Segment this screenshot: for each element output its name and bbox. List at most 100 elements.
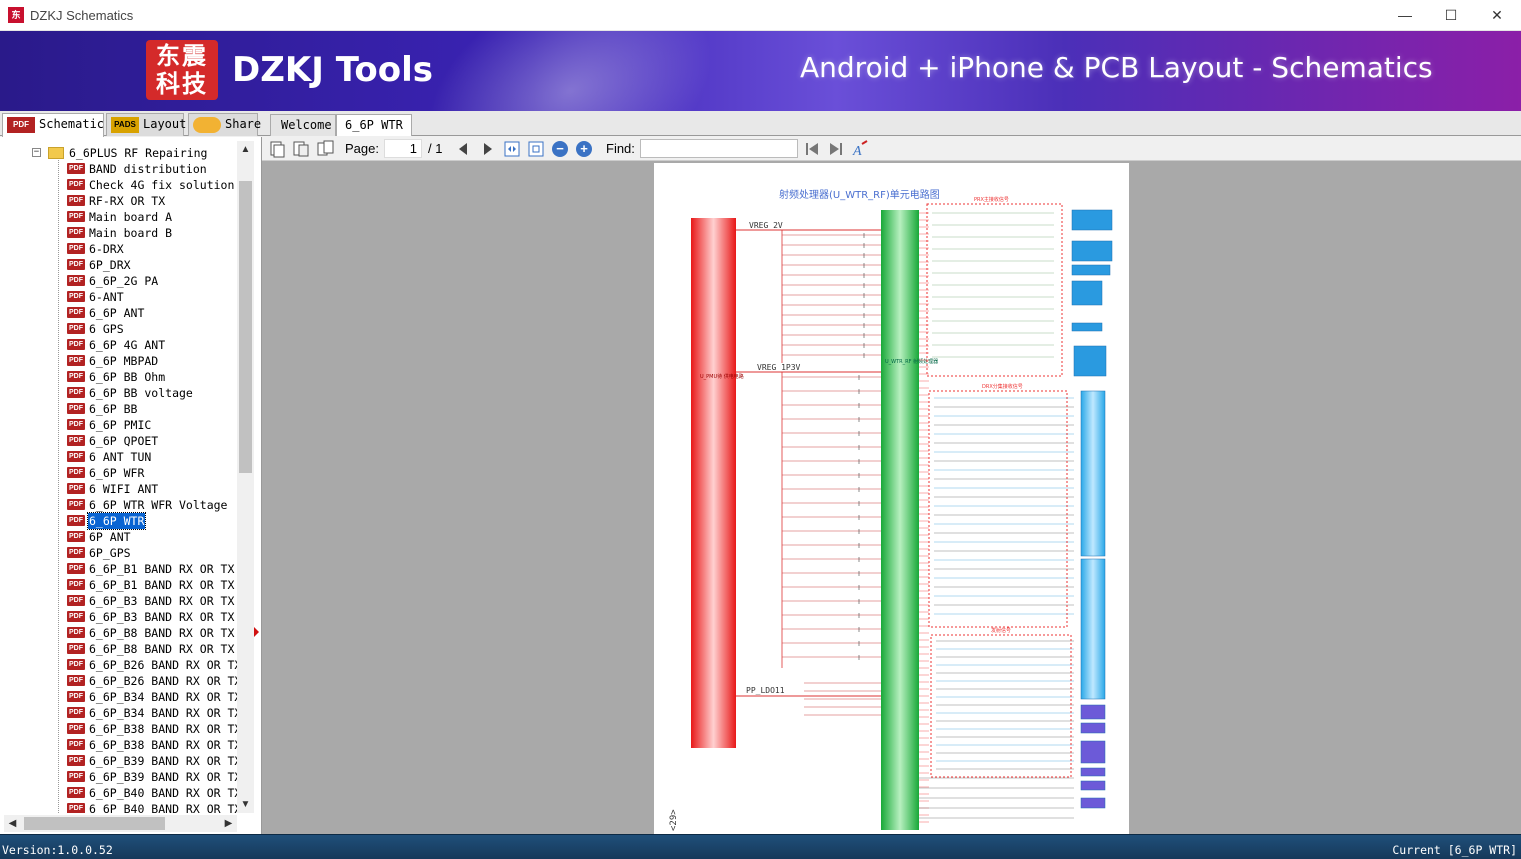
pdf-file-icon: PDF — [67, 691, 85, 702]
tree-item-label: 6_6P_B34 BAND RX OR TX — [89, 690, 237, 704]
pdf-file-icon: PDF — [67, 275, 85, 286]
tree-item-label: 6_6P_B34 BAND RX OR TX Ma — [89, 706, 237, 720]
drx-box — [928, 390, 1068, 628]
scroll-thumb[interactable] — [24, 817, 165, 830]
pdf-file-icon: PDF — [67, 723, 85, 734]
pdf-file-icon: PDF — [67, 339, 85, 350]
pdf-file-icon: PDF — [67, 467, 85, 478]
maximize-button[interactable]: ☐ — [1428, 0, 1474, 31]
connector-block — [1071, 209, 1113, 231]
connector-block — [1080, 797, 1106, 809]
close-button[interactable]: ✕ — [1474, 0, 1520, 31]
connector-block — [1071, 322, 1103, 332]
pdf-file-icon: PDF — [67, 547, 85, 558]
pdf-file-icon: PDF — [67, 371, 85, 382]
document-viewer[interactable]: 射频处理器(U_WTR_RF)单元电路图 U_PMU待 供电电路 U_WTR_R… — [262, 161, 1521, 834]
tree-item-label: BAND distribution — [89, 162, 207, 176]
wire-group — [781, 212, 1074, 823]
tab-label: Share — [225, 117, 262, 131]
rail-label-vreg-1p3v: VREG_1P3V — [757, 363, 801, 372]
pdf-file-icon: PDF — [67, 435, 85, 446]
pdf-file-icon: PDF — [67, 659, 85, 670]
tree-item-label: 6P ANT — [89, 530, 131, 544]
tree-item-label: 6_6P_B40 BAND RX OR TX Ma — [89, 802, 237, 813]
collapse-icon[interactable]: − — [32, 148, 41, 157]
tab-welcome[interactable]: Welcome — [270, 114, 336, 136]
find-next-icon[interactable] — [827, 140, 845, 158]
pdf-file-icon: PDF — [67, 307, 85, 318]
tree-item-label: Check 4G fix solution — [89, 178, 235, 192]
tree-item-label: 6_6P BB Ohm — [89, 370, 166, 384]
tree-item-label: 6_6P WFR — [89, 466, 145, 480]
zoom-in-icon[interactable]: + — [576, 141, 592, 157]
pages-icon[interactable] — [316, 140, 334, 158]
pdf-file-icon: PDF — [67, 179, 85, 190]
previous-page-icon[interactable] — [454, 140, 472, 158]
tree-item-label: 6_6P BB voltage — [89, 386, 193, 400]
next-page-icon[interactable] — [479, 140, 497, 158]
scroll-left-icon[interactable]: ◀ — [4, 815, 21, 832]
tab-label: Schematic — [39, 117, 105, 131]
connector-block — [1080, 558, 1106, 700]
connector-block — [1080, 740, 1106, 764]
tx-box-title: 发射信号 — [991, 627, 1011, 634]
fit-page-icon[interactable] — [527, 140, 545, 158]
left-tab-strip: PDF Schematic PADS Layout Share — [0, 111, 262, 137]
banner-glow — [391, 31, 749, 111]
banner: 东震 科技 DZKJ Tools Android + iPhone & PCB L… — [0, 31, 1521, 111]
minimize-button[interactable]: — — [1382, 0, 1428, 31]
tree-item-label: Main board A — [89, 210, 173, 224]
pdf-file-icon: PDF — [67, 787, 85, 798]
app-logo-icon: 东 — [8, 7, 24, 23]
connector-block — [1080, 722, 1106, 734]
tab-schematic[interactable]: PDF Schematic — [2, 113, 104, 137]
scroll-right-icon[interactable]: ▶ — [220, 815, 237, 832]
tree-item-label: Main board B — [89, 226, 173, 240]
rail-label-pp-ldo11: PP_LDO11 — [746, 686, 785, 695]
pdf-file-icon: PDF — [67, 531, 85, 542]
tree-vertical-scrollbar[interactable]: ▲ ▼ — [237, 141, 254, 813]
connector-block — [1080, 767, 1106, 777]
tab-6-6p-wtr[interactable]: 6_6P WTRx — [336, 114, 412, 152]
pdf-file-icon: PDF — [67, 211, 85, 222]
app-window: 东 DZKJ Schematics — ☐ ✕ 东震 科技 DZKJ Tools … — [0, 0, 1521, 859]
find-input[interactable] — [640, 139, 798, 158]
rail-label-vreg-2v: VREG_2V — [749, 221, 783, 230]
fit-width-icon[interactable] — [503, 140, 521, 158]
pdf-file-icon: PDF — [67, 595, 85, 606]
tree-item-label: 6_6P ANT — [89, 306, 145, 320]
pmu-block-label: U_PMU待 供电电路 — [700, 373, 744, 380]
tree-item-label: 6_6P WTR — [86, 512, 147, 530]
tab-share[interactable]: Share — [188, 113, 262, 136]
tree-item-label: 6_6P_B38 BAND RX OR TX Ma — [89, 738, 237, 752]
connector-block — [1080, 780, 1106, 791]
pdf-file-icon: PDF — [67, 739, 85, 750]
pdf-file-icon: PDF — [67, 291, 85, 302]
scroll-up-icon[interactable]: ▲ — [237, 141, 254, 158]
tree-item-label: 6_6P 4G ANT — [89, 338, 166, 352]
pdf-file-icon: PDF — [67, 803, 85, 813]
find-previous-icon[interactable] — [803, 140, 821, 158]
tab-layout[interactable]: PADS Layout — [106, 113, 186, 136]
scroll-down-icon[interactable]: ▼ — [237, 796, 254, 813]
highlight-text-icon[interactable]: A — [851, 140, 869, 159]
tree-item-label: 6_6P_B3 BAND RX OR TX — [89, 594, 235, 608]
pdf-file-icon: PDF — [67, 387, 85, 398]
prx-box-title: PRX主接收信号 — [974, 196, 1009, 203]
open-file-icon[interactable] — [268, 140, 286, 158]
viewer-toolbar: Page: 1 / 1 − + Find: A — [262, 137, 1521, 161]
pdf-file-icon: PDF — [67, 243, 85, 254]
tree-horizontal-scrollbar[interactable]: ◀ ▶ — [4, 815, 237, 832]
tree-item-label: 6_6P_B40 BAND RX OR TX — [89, 786, 237, 800]
page-number-input[interactable]: 1 — [384, 139, 422, 158]
version-text: Version:1.0.0.52 — [2, 843, 113, 857]
scroll-thumb[interactable] — [239, 181, 252, 473]
tree-item-label: 6_6P WTR WFR Voltage — [89, 498, 228, 512]
tree-item-label: 6_6P_B26 BAND RX OR TX — [89, 658, 237, 672]
find-label: Find: — [606, 141, 635, 156]
pdf-file-icon: PDF — [67, 579, 85, 590]
zoom-out-icon[interactable]: − — [552, 141, 568, 157]
svg-text:A: A — [852, 144, 862, 158]
copy-page-icon[interactable] — [292, 140, 310, 158]
panel-collapse-arrow-icon[interactable] — [254, 627, 259, 637]
